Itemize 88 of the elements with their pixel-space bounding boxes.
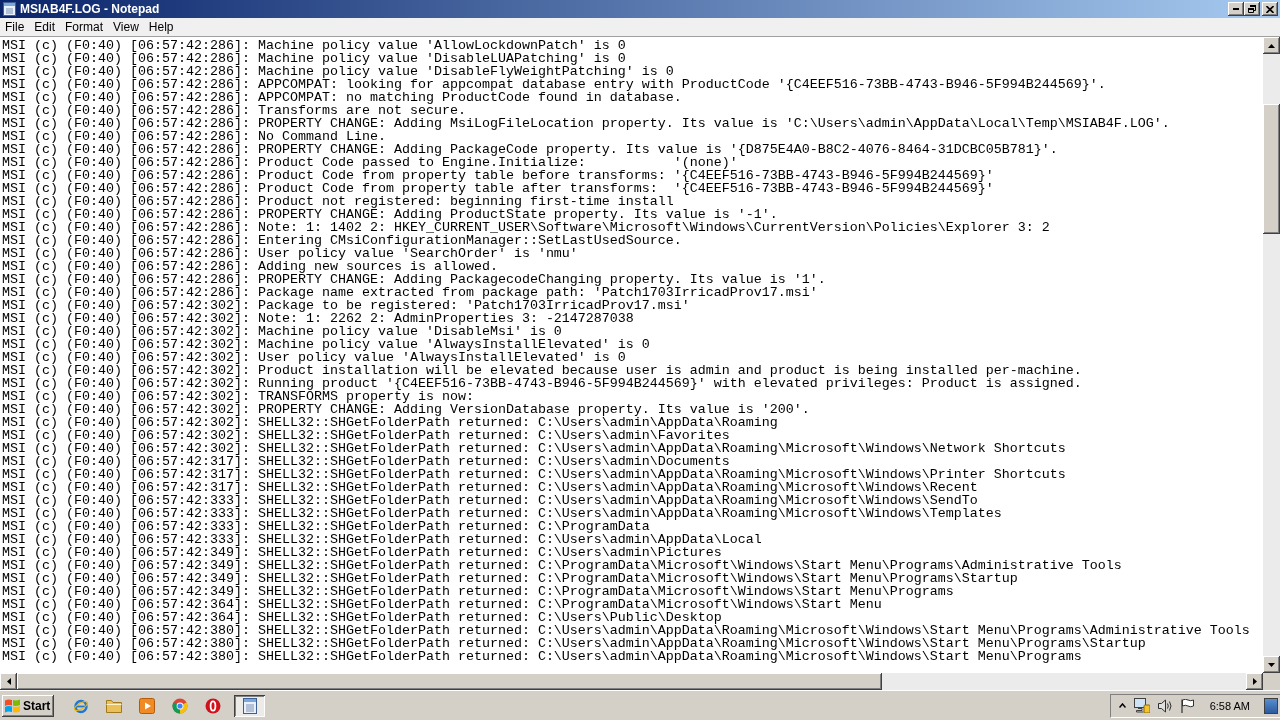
notepad-icon — [3, 2, 16, 16]
horizontal-scrollbar[interactable] — [0, 673, 1263, 690]
scroll-right-button[interactable] — [1246, 673, 1263, 690]
log-line: MSI (c) (F0:40) [06:57:42:364]: SHELL32::SHGetFolderPath returned: C:\Users\Public\Desktop — [2, 611, 722, 624]
log-line: MSI (c) (F0:40) [06:57:42:286]: Note: 1: 1402 2: HKEY_CURRENT_USER\Software\Microsoft\Windows\CurrentVersion\Policies\Explorer 3: 2 — [2, 221, 1050, 234]
show-desktop-button[interactable] — [1264, 697, 1278, 714]
log-line: MSI (c) (F0:40) [06:57:42:286]: Package name extracted from package path: 'Patch1703IrricadProv17.msi' — [2, 286, 818, 299]
notepad-icon — [242, 697, 257, 714]
log-line: MSI (c) (F0:40) [06:57:42:286]: PROPERTY CHANGE: Adding PackagecodeChanging property. Its value is '1'. — [2, 273, 826, 286]
log-line: MSI (c) (F0:40) [06:57:42:286]: No Command Line. — [2, 130, 386, 143]
chevron-up-icon[interactable] — [1118, 703, 1126, 708]
log-line: MSI (c) (F0:40) [06:57:42:286]: Entering CMsiConfigurationManager::SetLastUsedSource. — [2, 234, 682, 247]
log-line: MSI (c) (F0:40) [06:57:42:349]: SHELL32::SHGetFolderPath returned: C:\Users\admin\Pictures — [2, 546, 722, 559]
window-title: MSIAB4F.LOG - Notepad — [20, 2, 160, 16]
log-line: MSI (c) (F0:40) [06:57:42:302]: SHELL32::SHGetFolderPath returned: C:\Users\admin\Favorites — [2, 429, 730, 442]
log-line: MSI (c) (F0:40) [06:57:42:302]: Machine policy value 'DisableMsi' is 0 — [2, 325, 562, 338]
restore-icon — [1248, 5, 1256, 13]
scrollbar-thumb[interactable] — [17, 673, 882, 690]
log-line: MSI (c) (F0:40) [06:57:42:286]: Machine policy value 'AllowLockdownPatch' is 0 — [2, 39, 626, 52]
ring-logo-icon[interactable] — [205, 697, 221, 714]
scroll-left-button[interactable] — [0, 673, 17, 690]
menu-item[interactable]: File — [0, 19, 30, 35]
menu-item[interactable]: Format — [60, 19, 109, 35]
log-line: MSI (c) (F0:40) [06:57:42:302]: Running product '{C4EEF516-73BB-4743-B946-5F994B244569}' with elevated privileges: Product is assigned. — [2, 377, 1082, 390]
close-button[interactable] — [1262, 2, 1278, 16]
log-line: MSI (c) (F0:40) [06:57:42:380]: SHELL32::SHGetFolderPath returned: C:\Users\admin\AppData\Roaming\Microsoft\Windows\Start Menu\Programs\Startup — [2, 637, 1146, 650]
log-line: MSI (c) (F0:40) [06:57:42:333]: SHELL32::SHGetFolderPath returned: C:\Users\admin\AppData\Roaming\Microsoft\Windows\Templates — [2, 507, 1002, 520]
log-line: MSI (c) (F0:40) [06:57:42:302]: PROPERTY CHANGE: Adding VersionDatabase property. Its value is '200'. — [2, 403, 810, 416]
taskbar-button[interactable] — [234, 694, 265, 717]
log-line: MSI (c) (F0:40) [06:57:42:286]: PROPERTY CHANGE: Adding ProductState property. Its value is '-1'. — [2, 208, 778, 221]
log-line: MSI (c) (F0:40) [06:57:42:286]: Product Code from property table after transforms: '{C4EEF516-73BB-4743-B946-5F994B244569}' — [2, 182, 994, 195]
log-line: MSI (c) (F0:40) [06:57:42:286]: PROPERTY CHANGE: Adding MsiLogFileLocation property. Its value is 'C:\Users\admin\AppData\Local\Temp\MSIAB4F.LOG'. — [2, 117, 1170, 130]
globe-orbit-icon[interactable] — [73, 697, 89, 714]
log-line: MSI (c) (F0:40) [06:57:42:349]: SHELL32::SHGetFolderPath returned: C:\ProgramData\Microsoft\Windows\Start Menu\Programs — [2, 585, 954, 598]
log-line: MSI (c) (F0:40) [06:57:42:302]: Note: 1: 2262 2: AdminProperties 3: -2147287038 — [2, 312, 634, 325]
log-line: MSI (c) (F0:40) [06:57:42:333]: SHELL32::SHGetFolderPath returned: C:\ProgramData — [2, 520, 650, 533]
log-line: MSI (c) (F0:40) [06:57:42:302]: SHELL32::SHGetFolderPath returned: C:\Users\admin\AppData\Roaming — [2, 416, 778, 429]
log-line: MSI (c) (F0:40) [06:57:42:302]: Machine policy value 'AlwaysInstallElevated' is 0 — [2, 338, 650, 351]
log-line: MSI (c) (F0:40) [06:57:42:302]: Package to be registered: 'Patch1703IrricadProv17.msi' — [2, 299, 690, 312]
log-line: MSI (c) (F0:40) [06:57:42:333]: SHELL32::SHGetFolderPath returned: C:\Users\admin\AppData\Roaming\Microsoft\Windows\SendTo — [2, 494, 978, 507]
log-line: MSI (c) (F0:40) [06:57:42:364]: SHELL32::SHGetFolderPath returned: C:\ProgramData\Microsoft\Windows\Start Menu — [2, 598, 882, 611]
log-line: MSI (c) (F0:40) [06:57:42:286]: Transforms are not secure. — [2, 104, 466, 117]
log-line: MSI (c) (F0:40) [06:57:42:286]: Machine policy value 'DisableLUAPatching' is 0 — [2, 52, 626, 65]
restore-button[interactable] — [1244, 2, 1260, 16]
vertical-scrollbar[interactable] — [1263, 37, 1280, 673]
log-line: MSI (c) (F0:40) [06:57:42:380]: SHELL32::SHGetFolderPath returned: C:\Users\admin\AppData\Roaming\Microsoft\Windows\Start Menu\Programs — [2, 650, 1082, 663]
scroll-up-button[interactable] — [1263, 37, 1280, 54]
log-line: MSI (c) (F0:40) [06:57:42:286]: Machine policy value 'DisableFlyWeightPatching' is 0 — [2, 65, 674, 78]
start-button[interactable]: Start — [2, 694, 54, 717]
log-line: MSI (c) (F0:40) [06:57:42:349]: SHELL32::SHGetFolderPath returned: C:\ProgramData\Microsoft\Windows\Start Menu\Programs\Administrative Tools — [2, 559, 1122, 572]
minimize-button[interactable] — [1228, 2, 1244, 16]
close-icon — [1266, 5, 1274, 13]
log-line: MSI (c) (F0:40) [06:57:42:302]: User policy value 'AlwaysInstallElevated' is 0 — [2, 351, 626, 364]
log-line: MSI (c) (F0:40) [06:57:42:317]: SHELL32::SHGetFolderPath returned: C:\Users\admin\AppData\Roaming\Microsoft\Windows\Recent — [2, 481, 978, 494]
log-line: MSI (c) (F0:40) [06:57:42:286]: PROPERTY CHANGE: Adding PackageCode property. Its value is '{D875E4A0-B8C2-4076-8464-31DCBC05B781}'. — [2, 143, 1058, 156]
flag-icon[interactable] — [1180, 698, 1194, 713]
play-icon[interactable] — [139, 697, 155, 714]
log-line: MSI (c) (F0:40) [06:57:42:286]: Product Code passed to Engine.Initialize: '(none)' — [2, 156, 738, 169]
monitor-icon[interactable] — [1133, 698, 1150, 713]
log-line: MSI (c) (F0:40) [06:57:42:380]: SHELL32::SHGetFolderPath returned: C:\Users\admin\AppData\Roaming\Microsoft\Windows\Start Menu\Programs\Administrative Tools — [2, 624, 1250, 637]
log-line: MSI (c) (F0:40) [06:57:42:302]: Product installation will be elevated because user is admin and product is being installed per-machine. — [2, 364, 1082, 377]
log-line: MSI (c) (F0:40) [06:57:42:349]: SHELL32::SHGetFolderPath returned: C:\ProgramData\Microsoft\Windows\Start Menu\Programs\Startup — [2, 572, 1018, 585]
log-line: MSI (c) (F0:40) [06:57:42:286]: User policy value 'SearchOrder' is 'nmu' — [2, 247, 578, 260]
scrollbar-thumb[interactable] — [1263, 104, 1280, 234]
right-arrow-icon — [1252, 678, 1257, 685]
log-line: MSI (c) (F0:40) [06:57:42:286]: APPCOMPAT: no matching ProductCode found in database. — [2, 91, 682, 104]
log-line: MSI (c) (F0:40) [06:57:42:286]: Product not registered: beginning first-time install — [2, 195, 674, 208]
folder-icon[interactable] — [106, 698, 122, 713]
up-arrow-icon — [1268, 43, 1275, 48]
left-arrow-icon — [6, 678, 11, 685]
log-line: MSI (c) (F0:40) [06:57:42:333]: SHELL32::SHGetFolderPath returned: C:\Users\admin\AppData\Local — [2, 533, 762, 546]
menu-item[interactable]: Edit — [29, 19, 61, 35]
log-line: MSI (c) (F0:40) [06:57:42:286]: Product Code from property table before transforms: '{C4EEF516-73BB-4743-B946-5F994B244569}' — [2, 169, 994, 182]
menu-item[interactable]: Help — [143, 19, 179, 35]
menu-item[interactable]: View — [108, 19, 144, 35]
minimize-icon — [1233, 8, 1239, 10]
windows-logo-icon — [5, 698, 20, 713]
log-line: MSI (c) (F0:40) [06:57:42:302]: TRANSFORMS property is now: — [2, 390, 474, 403]
log-line: MSI (c) (F0:40) [06:57:42:302]: SHELL32::SHGetFolderPath returned: C:\Users\admin\AppData\Roaming\Microsoft\Windows\Network Shortcuts — [2, 442, 1066, 455]
clock[interactable]: 6:58 AM — [1209, 699, 1250, 712]
scroll-down-button[interactable] — [1263, 656, 1280, 673]
log-line: MSI (c) (F0:40) [06:57:42:317]: SHELL32::SHGetFolderPath returned: C:\Users\admin\AppData\Roaming\Microsoft\Windows\Printer Shortcuts — [2, 468, 1066, 481]
down-arrow-icon — [1268, 662, 1275, 667]
speaker-icon[interactable] — [1157, 698, 1173, 713]
log-line: MSI (c) (F0:40) [06:57:42:317]: SHELL32::SHGetFolderPath returned: C:\Users\admin\Documents — [2, 455, 730, 468]
log-line: MSI (c) (F0:40) [06:57:42:286]: Adding new sources is allowed. — [2, 260, 498, 273]
log-line: MSI (c) (F0:40) [06:57:42:286]: APPCOMPAT: looking for appcompat database entry with ProductCode '{C4EEF516-73BB-4743-B946-5F994B244569}'. — [2, 78, 1106, 91]
segmented-circle-icon[interactable] — [172, 697, 188, 714]
